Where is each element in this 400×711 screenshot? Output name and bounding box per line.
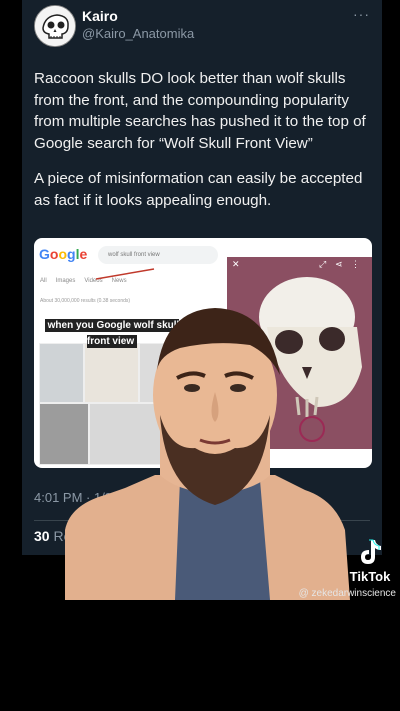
author-handle[interactable]: @Kairo_Anatomika	[82, 26, 194, 41]
avatar[interactable]	[34, 5, 76, 47]
creator-video-overlay	[65, 308, 350, 600]
tiktok-logo-icon	[361, 539, 381, 564]
more-options-icon[interactable]: ···	[353, 6, 370, 22]
google-tab: All	[40, 278, 47, 284]
red-arrow-icon	[95, 268, 155, 280]
expand-icon: ⤢	[319, 259, 327, 269]
tiktok-watermark: TikTok	[340, 538, 400, 584]
author-name[interactable]: Kairo	[82, 8, 118, 24]
tiktok-label: TikTok	[349, 569, 391, 584]
tweet-paragraph: A piece of misinformation can easily be …	[34, 170, 363, 209]
repost-number: 30	[34, 528, 50, 544]
avatar-skull-icon	[35, 6, 75, 46]
tiktok-username[interactable]: @ zekedarwinscience	[299, 588, 396, 599]
tweet-paragraph: Raccoon skulls DO look better than wolf …	[34, 70, 366, 152]
google-tab: Images	[55, 278, 76, 284]
share-icon: ⋖	[335, 259, 343, 269]
tweet-body: Raccoon skulls DO look better than wolf …	[34, 68, 374, 225]
close-icon: ✕	[232, 259, 240, 269]
more-icon: ⋮	[351, 259, 360, 269]
google-search-box: wolf skull front view	[98, 246, 218, 264]
google-logo: Google	[39, 246, 88, 262]
